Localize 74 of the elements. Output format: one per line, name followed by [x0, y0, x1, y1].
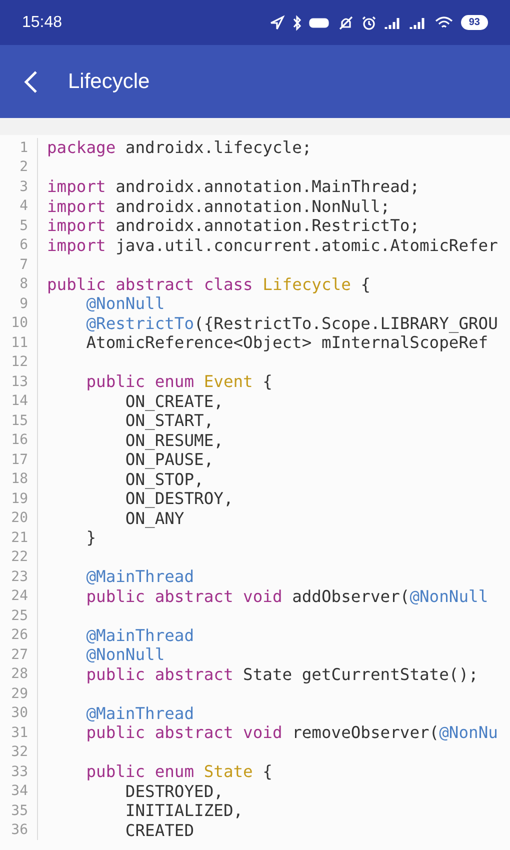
line-number: 25: [0, 606, 38, 626]
code-line: ON_START,: [124, 411, 214, 430]
code-line: @NonNull: [85, 645, 165, 664]
line-number: 16: [0, 430, 38, 450]
code-line: @MainThread: [85, 567, 194, 586]
battery-level: 93: [460, 15, 488, 30]
code-line: public abstract State getCurrentState();: [85, 664, 478, 684]
line-number: 26: [0, 626, 38, 645]
code-line: public enum State {: [85, 762, 272, 782]
line-number: 1: [0, 138, 38, 158]
code-line: @MainThread: [85, 704, 194, 723]
line-number: 11: [0, 333, 38, 352]
line-number: 3: [0, 177, 38, 196]
status-time: 15:48: [22, 14, 62, 32]
wifi-icon: [434, 14, 454, 30]
line-number: 28: [0, 664, 38, 684]
line-number: 20: [0, 508, 38, 528]
code-line: import androidx.annotation.RestrictTo;: [47, 216, 420, 236]
line-number: 5: [0, 216, 38, 236]
line-number: 10: [0, 314, 38, 333]
line-number: 9: [0, 294, 38, 314]
location-arrow-icon: [268, 14, 285, 30]
code-line: public abstract class Lifecycle {: [47, 274, 370, 294]
code-line: public abstract void removeObserver(@NonNu: [85, 723, 498, 742]
code-line: ON_CREATE,: [124, 392, 224, 411]
muted-bell-icon: [338, 14, 354, 30]
line-number: 30: [0, 704, 38, 723]
line-number: 22: [0, 548, 38, 567]
line-number: 6: [0, 236, 38, 255]
code-line: @MainThread: [85, 626, 194, 645]
line-number: 33: [0, 762, 38, 782]
line-number: 14: [0, 392, 38, 411]
line-number: 24: [0, 586, 38, 606]
code-line: INITIALIZED,: [124, 801, 244, 820]
line-number: 12: [0, 352, 38, 372]
code-line: ON_ANY: [124, 508, 184, 528]
code-line: import androidx.annotation.NonNull;: [47, 196, 390, 216]
line-number: 21: [0, 528, 38, 548]
code-line: @RestrictTo({RestrictTo.Scope.LIBRARY_GROU: [85, 314, 498, 333]
code-line: public abstract void addObserver(@NonNull: [85, 586, 488, 606]
code-line: ON_STOP,: [124, 470, 204, 489]
line-number: 23: [0, 567, 38, 586]
code-line: DESTROYED,: [124, 782, 224, 801]
code-line: ON_RESUME,: [124, 430, 224, 450]
line-number: 31: [0, 723, 38, 742]
line-number: 8: [0, 274, 38, 294]
code-line: @NonNull: [85, 294, 165, 314]
code-line: AtomicReference<Object> mInternalScopeRef: [85, 333, 488, 352]
back-button[interactable]: [24, 70, 38, 94]
code-line: }: [85, 528, 96, 548]
code-line: ON_PAUSE,: [124, 450, 214, 470]
code-line: CREATED: [124, 820, 194, 840]
line-number: 13: [0, 372, 38, 392]
code-line: import java.util.concurrent.atomic.AtomicRefer: [47, 236, 498, 255]
line-number: 2: [0, 158, 38, 177]
line-number: 18: [0, 470, 38, 489]
line-number: 15: [0, 411, 38, 430]
code-line: public enum Event {: [85, 372, 272, 392]
line-number: 7: [0, 255, 38, 274]
screen-title: Lifecycle: [68, 70, 150, 94]
line-number: 4: [0, 196, 38, 216]
line-number: 35: [0, 801, 38, 820]
line-number: 17: [0, 450, 38, 470]
line-number: 19: [0, 489, 38, 508]
line-number: 29: [0, 684, 38, 704]
alarm-clock-icon: [360, 14, 377, 30]
bluetooth-icon: [292, 14, 302, 30]
code-line: ON_DESTROY,: [124, 489, 234, 508]
line-number: 32: [0, 742, 38, 762]
line-number: 34: [0, 782, 38, 801]
line-number: 27: [0, 645, 38, 664]
code-line: import androidx.annotation.MainThread;: [47, 177, 420, 196]
code-line: package androidx.lifecycle;: [47, 138, 312, 158]
line-number: 36: [0, 820, 38, 840]
